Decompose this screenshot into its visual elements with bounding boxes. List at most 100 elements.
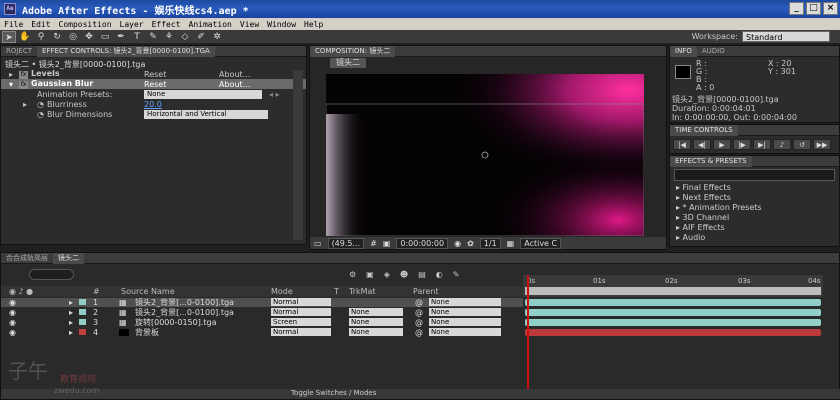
prev-frame-icon[interactable]: ◀| [693, 139, 711, 150]
menu-edit[interactable]: Edit [27, 20, 54, 29]
pickwhip-icon[interactable]: @ [415, 308, 423, 317]
blurriness-value[interactable]: 20.0 [144, 100, 162, 109]
layer-duration-bar[interactable] [525, 319, 821, 326]
playhead[interactable] [527, 275, 529, 389]
table-row[interactable]: ◉ ▸ 1 ▦ 镜头2_背景[...0-0100].tga Normal @ N… [1, 298, 523, 307]
last-frame-icon[interactable]: ▶| [753, 139, 771, 150]
grid-icon[interactable]: # [370, 239, 377, 248]
gaussian-reset-link[interactable]: Reset [144, 80, 166, 89]
maximize-button[interactable]: □ [806, 2, 821, 15]
label-color-swatch[interactable] [79, 299, 86, 305]
type-tool-icon[interactable]: T [130, 31, 144, 43]
menu-composition[interactable]: Composition [55, 20, 116, 29]
pan-behind-tool-icon[interactable]: ✥ [82, 31, 96, 43]
current-time[interactable]: 0:00:00:00 [396, 237, 449, 249]
zoom-select[interactable]: (49.5... [327, 237, 365, 249]
layer-name[interactable]: 背景板 [135, 328, 159, 337]
rotate-tool-icon[interactable]: ↻ [50, 31, 64, 43]
frame-blending-icon[interactable]: ▤ [418, 270, 426, 279]
tab-effect-controls[interactable]: EFFECT CONTROLS: 镜头2_背景[0000-0100].tga [37, 45, 215, 57]
pickwhip-icon[interactable]: @ [415, 318, 423, 327]
effect-category-item[interactable]: ▸ * Animation Presets [670, 203, 839, 213]
eye-icon[interactable]: ◉ [9, 328, 16, 337]
layer-mode-select[interactable]: Normal [271, 308, 331, 316]
gaussian-about-link[interactable]: About... [219, 80, 250, 89]
effects-search-input[interactable] [674, 169, 835, 181]
effect-category-item[interactable]: ▸ 3D Channel [670, 213, 839, 223]
puppet-tool-icon[interactable]: ✲ [210, 31, 224, 43]
layer-parent-select[interactable]: None [429, 328, 501, 336]
camera-icon[interactable]: ◉ [454, 239, 461, 248]
layer-mode-select[interactable]: Screen [271, 318, 331, 326]
work-area-bar[interactable] [525, 287, 821, 295]
layer-duration-bar[interactable] [525, 299, 821, 306]
next-frame-icon[interactable]: |▶ [733, 139, 751, 150]
layer-duration-bar[interactable] [525, 309, 821, 316]
tab-composition[interactable]: COMPOSITION: 镜头二 [310, 45, 396, 57]
table-row[interactable]: ◉ ▸ 4 背景板 Normal None @ None [1, 328, 523, 337]
effect-gaussian-row[interactable]: ▾ fx Gaussian Blur Reset About... [1, 79, 306, 89]
menu-help[interactable]: Help [300, 20, 327, 29]
layer-parent-select[interactable]: None [429, 298, 501, 306]
expand-arrow-icon[interactable]: ▸ [9, 70, 13, 79]
table-row[interactable]: ◉ ▸ 2 ▦ 镜头2_背景[...0-0100].tga Normal Non… [1, 308, 523, 317]
fx-icon[interactable]: fx [19, 71, 28, 79]
camera-tool-icon[interactable]: ◎ [66, 31, 80, 43]
effect-category-item[interactable]: ▸ Audio [670, 233, 839, 243]
hide-shy-icon[interactable]: ☻ [400, 270, 408, 279]
selection-tool-icon[interactable]: ➤ [2, 30, 16, 43]
tab-audio[interactable]: AUDIO [697, 46, 730, 57]
fx-icon[interactable]: fx [19, 81, 28, 89]
collapse-arrow-icon[interactable]: ▾ [9, 80, 13, 89]
layer-parent-select[interactable]: None [429, 308, 501, 316]
tab-info[interactable]: INFO [670, 45, 697, 57]
layer-duration-bar[interactable] [525, 329, 821, 336]
color-channels-icon[interactable]: ✿ [467, 239, 474, 248]
layer-name[interactable]: 镜头2_背景[...0-0100].tga [135, 298, 234, 307]
effect-category-item[interactable]: ▸ Next Effects [670, 193, 839, 203]
levels-reset-link[interactable]: Reset [144, 70, 166, 79]
layer-mode-select[interactable]: Normal [271, 298, 331, 306]
clone-tool-icon[interactable]: ⚘ [162, 31, 176, 43]
eraser-tool-icon[interactable]: ◇ [178, 31, 192, 43]
draft-3d-icon[interactable]: ◈ [384, 270, 390, 279]
menu-layer[interactable]: Layer [116, 20, 148, 29]
roto-brush-tool-icon[interactable]: ✐ [194, 31, 208, 43]
expand-arrow-icon[interactable]: ▸ [69, 318, 73, 327]
levels-about-link[interactable]: About... [219, 70, 250, 79]
menu-window[interactable]: Window [263, 20, 300, 29]
layer-trkmat-select[interactable]: None [349, 328, 403, 336]
layer-trkmat-select[interactable]: None [349, 318, 403, 326]
expand-arrow-icon[interactable]: ▸ [23, 100, 27, 109]
effect-category-item[interactable]: ▸ Final Effects [670, 183, 839, 193]
blur-dimensions-select[interactable]: Horizontal and Vertical [144, 109, 268, 119]
expand-arrow-icon[interactable]: ▸ [69, 308, 73, 317]
layer-name[interactable]: 旋转[0000-0150].tga [135, 318, 217, 327]
pickwhip-icon[interactable]: @ [415, 328, 423, 337]
label-color-swatch[interactable] [79, 329, 86, 335]
preset-nav-icon[interactable]: ◂ ▸ [269, 90, 280, 99]
eye-icon[interactable]: ◉ [9, 308, 16, 317]
tab-time-controls[interactable]: TIME CONTROLS [670, 124, 738, 136]
timeline-search-input[interactable] [29, 268, 74, 280]
rectangle-tool-icon[interactable]: ▭ [98, 31, 112, 43]
comp-name-chip[interactable]: 镜头二 [330, 58, 366, 68]
menu-animation[interactable]: Animation [185, 20, 236, 29]
pickwhip-icon[interactable]: @ [415, 298, 423, 307]
monitor-icon[interactable]: ▭ [314, 239, 322, 248]
hand-tool-icon[interactable]: ✋ [18, 31, 32, 43]
brush-tool-icon[interactable]: ✎ [146, 31, 160, 43]
composition-viewer[interactable] [326, 74, 644, 236]
effect-category-item[interactable]: ▸ AIF Effects [670, 223, 839, 233]
ram-preview-icon[interactable]: ▶▶ [813, 139, 831, 150]
stopwatch-icon[interactable]: ◔ [37, 110, 44, 119]
eye-icon[interactable]: ◉ [9, 298, 16, 307]
motion-blur-icon[interactable]: ◐ [436, 270, 443, 279]
pen-tool-icon[interactable]: ✒ [114, 31, 128, 43]
close-button[interactable]: × [823, 2, 838, 15]
label-color-swatch[interactable] [79, 309, 86, 315]
label-color-swatch[interactable] [79, 319, 86, 325]
zoom-tool-icon[interactable]: ⚲ [34, 31, 48, 43]
animation-presets-select[interactable]: None [144, 89, 262, 99]
workspace-select[interactable]: Standard [742, 31, 830, 42]
